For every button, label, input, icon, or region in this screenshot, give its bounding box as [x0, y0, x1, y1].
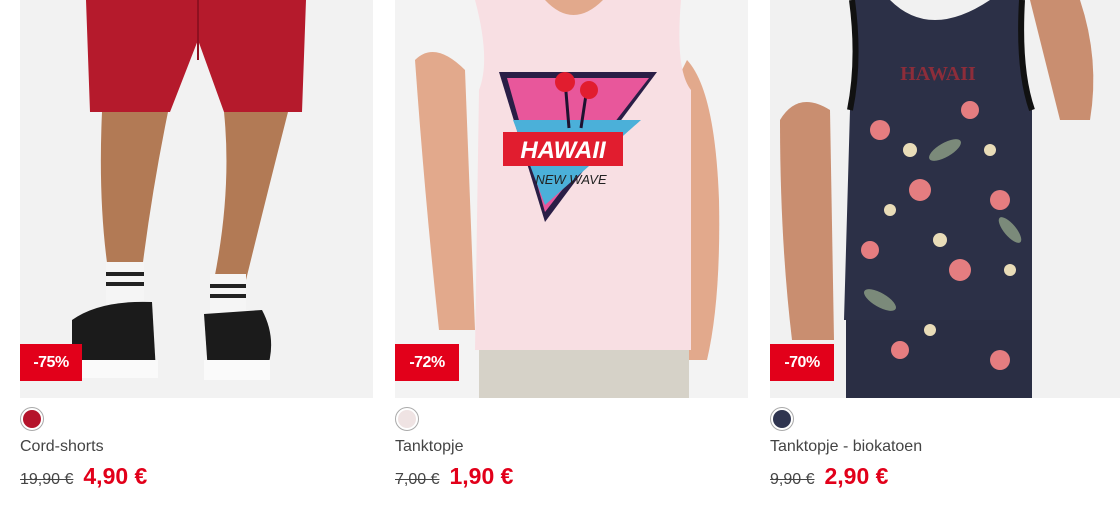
discount-badge: -70% [770, 344, 834, 381]
product-card-tanktopje[interactable]: HAWAII NEW WAVE -72% Tanktopje 7,00 € 1,… [395, 0, 748, 489]
discount-badge: -72% [395, 344, 459, 381]
price-block: 19,90 € 4,90 € [20, 463, 147, 490]
discount-badge: -75% [20, 344, 82, 381]
price-block: 9,90 € 2,90 € [770, 463, 888, 490]
product-card-cord-shorts[interactable]: -75% Cord-shorts 19,90 € 4,90 € [20, 0, 373, 489]
color-swatch[interactable] [770, 407, 794, 431]
color-swatch[interactable] [395, 407, 419, 431]
product-name[interactable]: Cord-shorts [20, 438, 104, 456]
svg-text:HAWAII: HAWAII [900, 63, 976, 85]
product-name[interactable]: Tanktopje [395, 438, 464, 456]
product-image[interactable]: HAWAII -70% [770, 0, 1120, 398]
svg-text:NEW WAVE: NEW WAVE [535, 172, 607, 187]
old-price: 19,90 € [20, 471, 74, 488]
product-image[interactable]: HAWAII NEW WAVE -72% [395, 0, 748, 398]
color-swatch[interactable] [20, 407, 44, 431]
product-image[interactable]: -75% [20, 0, 373, 398]
sale-price: 1,90 € [449, 463, 514, 489]
svg-text:HAWAII: HAWAII [520, 137, 607, 164]
price-block: 7,00 € 1,90 € [395, 463, 513, 490]
old-price: 9,90 € [770, 471, 815, 488]
sale-price: 4,90 € [83, 463, 148, 489]
product-card-tanktopje-biokatoen[interactable]: HAWAII -70% Tanktopje - biokatoen 9,90 €… [770, 0, 1120, 489]
sale-price: 2,90 € [824, 463, 889, 489]
old-price: 7,00 € [395, 471, 440, 488]
product-name[interactable]: Tanktopje - biokatoen [770, 438, 922, 456]
